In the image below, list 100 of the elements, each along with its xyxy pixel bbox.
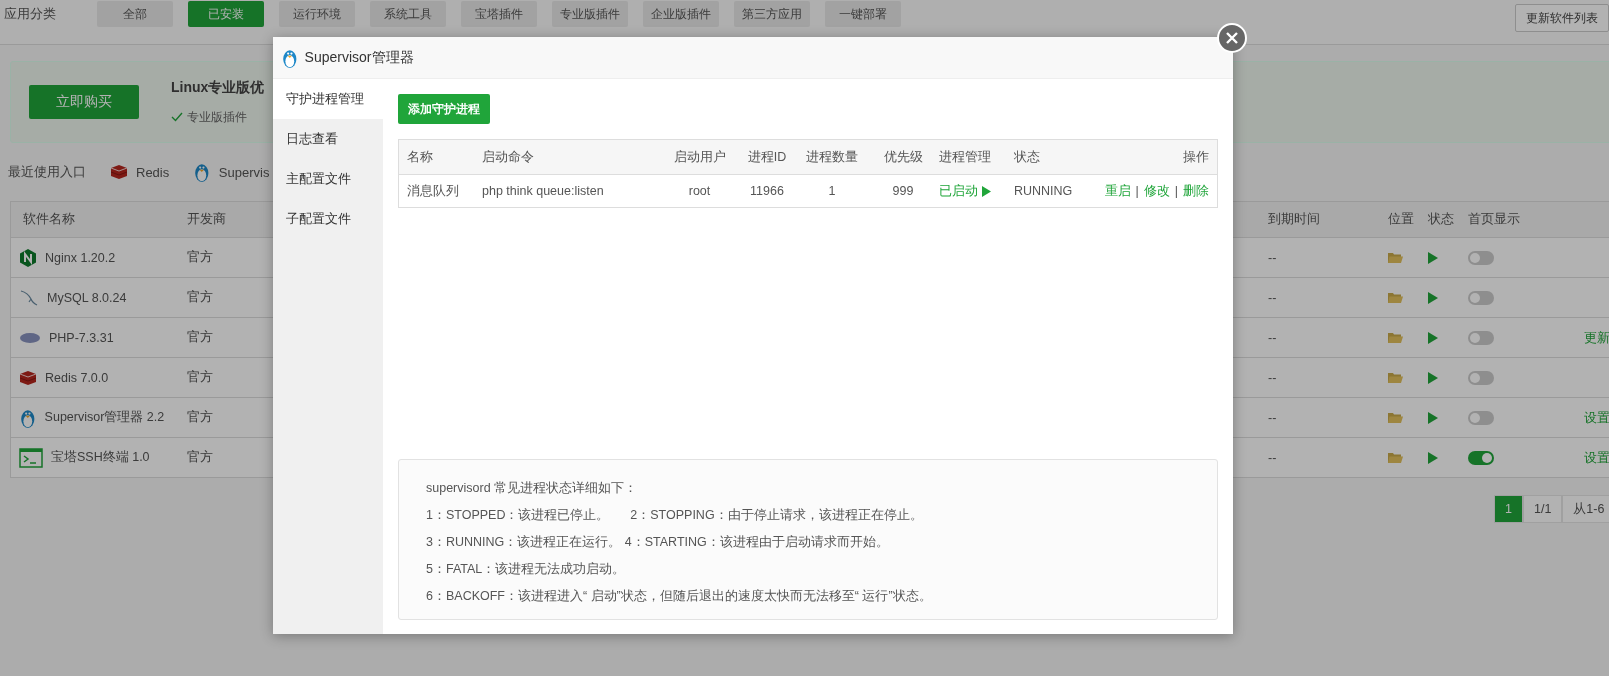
column-header: 开发商 bbox=[186, 211, 227, 228]
category-tab[interactable]: 专业版插件 bbox=[552, 1, 628, 27]
folder-icon[interactable] bbox=[1388, 291, 1403, 304]
terminal-icon bbox=[19, 447, 43, 468]
category-tab[interactable]: 全部 bbox=[97, 1, 173, 27]
recent-label: 最近使用入口 bbox=[8, 163, 86, 181]
close-icon bbox=[1226, 32, 1238, 44]
category-tab[interactable]: 宝塔插件 bbox=[461, 1, 537, 27]
sidebar-item[interactable]: 主配置文件 bbox=[273, 159, 383, 199]
column-header: 进程管理 bbox=[939, 148, 991, 166]
buy-button[interactable]: 立即购买 bbox=[29, 85, 139, 119]
feature-text: 专业版插件 bbox=[187, 108, 247, 126]
column-header: 到期时间 bbox=[1268, 211, 1321, 228]
hexagon-n-icon bbox=[19, 247, 37, 268]
update-list-button[interactable]: 更新软件列表 bbox=[1515, 4, 1609, 32]
category-tab[interactable]: 系统工具 bbox=[370, 1, 446, 27]
table-cell: php think queue:listen bbox=[482, 184, 604, 198]
home-toggle[interactable] bbox=[1468, 410, 1494, 425]
table-cell-text: -- bbox=[1268, 450, 1278, 465]
play-icon bbox=[982, 185, 991, 197]
page-button[interactable]: 1 bbox=[1494, 495, 1523, 523]
table-cell-text: -- bbox=[1268, 290, 1278, 305]
column-header: 优先级 bbox=[883, 148, 923, 166]
table-cell-text: -- bbox=[1268, 330, 1278, 345]
table-cell-text: -- bbox=[1268, 250, 1278, 265]
table-cell: 11966 bbox=[750, 184, 784, 198]
play-icon[interactable] bbox=[1428, 251, 1438, 264]
software-name: MySQL 8.0.24 bbox=[13, 288, 177, 307]
page-button[interactable]: 从1-6 bbox=[1562, 495, 1609, 523]
column-header: 进程数量 bbox=[806, 148, 858, 166]
penguin-icon bbox=[193, 161, 211, 183]
table-cell: 1 bbox=[828, 184, 836, 198]
category-label: 应用分类 bbox=[4, 5, 57, 23]
recent-entry[interactable]: Redis bbox=[110, 164, 170, 180]
folder-icon[interactable] bbox=[1388, 251, 1403, 264]
row-action-link[interactable]: 设置 bbox=[1584, 408, 1609, 427]
category-tab[interactable]: 运行环境 bbox=[279, 1, 355, 27]
column-header: 进程ID bbox=[747, 148, 787, 166]
home-toggle[interactable] bbox=[1468, 250, 1494, 265]
redis-icon bbox=[110, 164, 128, 180]
column-header: 软件名称 bbox=[22, 211, 76, 228]
column-header: 操作 bbox=[1183, 148, 1209, 166]
redis-icon bbox=[19, 369, 37, 386]
column-header: 状态 bbox=[1428, 211, 1455, 228]
folder-icon[interactable] bbox=[1388, 411, 1403, 424]
column-header: 位置 bbox=[1388, 211, 1415, 228]
play-icon[interactable] bbox=[1428, 371, 1438, 384]
software-name: Nginx 1.20.2 bbox=[13, 247, 177, 268]
table-cell: RUNNING bbox=[1014, 184, 1073, 198]
add-process-button[interactable]: 添加守护进程 bbox=[398, 94, 490, 124]
table-cell-text: 官方 bbox=[186, 249, 214, 266]
sidebar-item[interactable]: 守护进程管理 bbox=[273, 79, 383, 119]
software-name: Supervisor管理器 2.2 bbox=[13, 406, 177, 429]
play-icon[interactable] bbox=[1428, 411, 1438, 424]
table-cell-text: -- bbox=[1268, 370, 1278, 385]
dialog-title: Supervisor管理器 bbox=[304, 48, 414, 67]
folder-icon[interactable] bbox=[1388, 331, 1403, 344]
column-header: 首页显示 bbox=[1468, 211, 1521, 228]
software-name: Redis 7.0.0 bbox=[13, 369, 177, 386]
action-link[interactable]: 删除 bbox=[1183, 182, 1209, 200]
software-name: PHP-7.3.31 bbox=[13, 330, 177, 345]
table-cell-text: 官方 bbox=[186, 409, 214, 426]
sidebar-item[interactable]: 子配置文件 bbox=[273, 199, 383, 239]
recent-entry[interactable]: Supervis bbox=[193, 161, 270, 183]
sidebar-item[interactable]: 日志查看 bbox=[273, 119, 383, 159]
column-header: 名称 bbox=[407, 148, 433, 166]
folder-icon[interactable] bbox=[1388, 451, 1403, 464]
action-link[interactable]: 修改 bbox=[1143, 182, 1170, 200]
check-icon bbox=[171, 112, 183, 122]
note-line: 5：FATAL：该进程无法成功启动。 bbox=[426, 561, 627, 578]
page-button[interactable]: 1/1 bbox=[1522, 495, 1563, 523]
process-state[interactable]: 已启动 bbox=[939, 182, 1014, 200]
software-name: 宝塔SSH终端 1.0 bbox=[13, 447, 177, 468]
category-tab[interactable]: 企业版插件 bbox=[643, 1, 719, 27]
table-cell-text: 官方 bbox=[186, 449, 214, 466]
home-toggle[interactable] bbox=[1468, 450, 1494, 465]
play-icon[interactable] bbox=[1428, 331, 1438, 344]
column-header: 启动命令 bbox=[482, 148, 534, 166]
note-line: supervisord 常见进程状态详细如下： bbox=[426, 480, 639, 497]
promo-title: Linux专业版优 bbox=[171, 78, 265, 97]
table-cell: root bbox=[688, 184, 711, 198]
category-tab[interactable]: 已安装 bbox=[188, 1, 264, 27]
row-action-link[interactable]: 设置 bbox=[1584, 448, 1609, 467]
column-header: 启动用户 bbox=[673, 148, 726, 166]
note-line: 1：STOPPED：该进程已停止。 2：STOPPING：由于停止请求，该进程正在停止。 bbox=[426, 507, 924, 524]
table-cell-text: -- bbox=[1268, 410, 1278, 425]
folder-icon[interactable] bbox=[1388, 371, 1403, 384]
column-header: 状态 bbox=[1014, 148, 1040, 166]
category-tab[interactable]: 第三方应用 bbox=[734, 1, 810, 27]
action-link[interactable]: 重启 bbox=[1104, 182, 1131, 200]
home-toggle[interactable] bbox=[1468, 330, 1494, 345]
home-toggle[interactable] bbox=[1468, 290, 1494, 305]
play-icon[interactable] bbox=[1428, 291, 1438, 304]
separator: | bbox=[1174, 184, 1178, 198]
note-line: 6：BACKOFF：该进程进入“ 启动”状态，但随后退出的速度太快而无法移至“ 运行”状态。 bbox=[426, 588, 933, 605]
home-toggle[interactable] bbox=[1468, 370, 1494, 385]
table-cell-text: 官方 bbox=[186, 289, 214, 306]
play-icon[interactable] bbox=[1428, 451, 1438, 464]
category-tab[interactable]: 一键部署 bbox=[825, 1, 901, 27]
row-action-link[interactable]: 更新 bbox=[1584, 328, 1609, 347]
